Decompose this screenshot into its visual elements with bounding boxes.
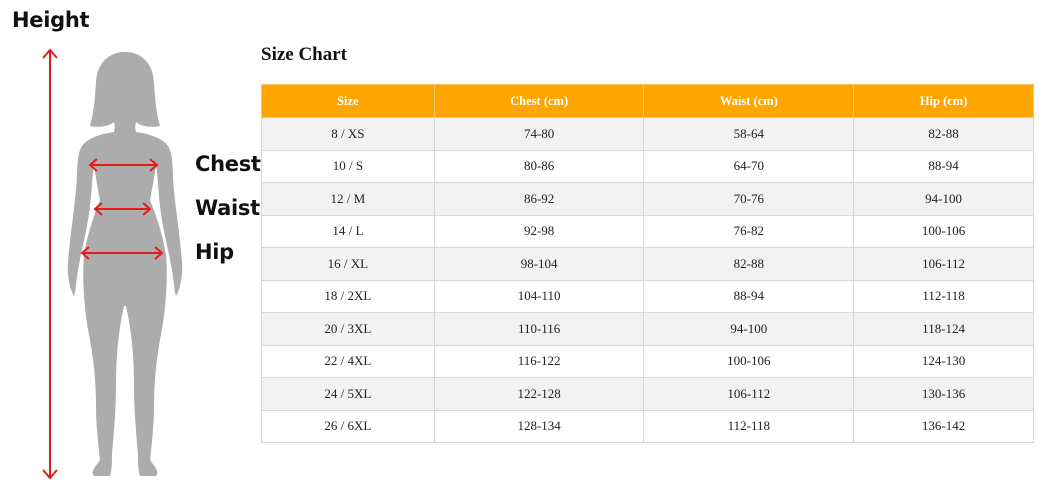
cell-hip: 130-136 [853, 377, 1034, 411]
cell-chest: 86-92 [433, 182, 645, 216]
cell-size: 22 / 4XL [261, 344, 435, 378]
table-row: 10 / S 80-86 64-70 88-94 [261, 149, 1034, 183]
cell-chest: 104-110 [433, 279, 645, 313]
cell-chest: 128-134 [433, 409, 645, 443]
cell-hip: 106-112 [853, 247, 1034, 281]
size-chart-title: Size Chart [261, 44, 348, 65]
cell-hip: 124-130 [853, 344, 1034, 378]
height-label: Height [12, 8, 90, 32]
cell-waist: 76-82 [643, 214, 855, 248]
cell-size: 8 / XS [261, 117, 435, 151]
cell-chest: 110-116 [433, 312, 645, 346]
table-row: 18 / 2XL 104-110 88-94 112-118 [261, 279, 1034, 313]
table-row: 20 / 3XL 110-116 94-100 118-124 [261, 312, 1034, 346]
cell-size: 12 / M [261, 182, 435, 216]
cell-waist: 106-112 [643, 377, 855, 411]
cell-hip: 100-106 [853, 214, 1034, 248]
cell-waist: 58-64 [643, 117, 855, 151]
table-row: 24 / 5XL 122-128 106-112 130-136 [261, 377, 1034, 411]
cell-waist: 112-118 [643, 409, 855, 443]
table-row: 12 / M 86-92 70-76 94-100 [261, 182, 1034, 216]
cell-size: 18 / 2XL [261, 279, 435, 313]
female-silhouette [67, 52, 183, 476]
cell-size: 24 / 5XL [261, 377, 435, 411]
cell-size: 10 / S [261, 149, 435, 183]
size-chart-table: Size Chest (cm) Waist (cm) Hip (cm) 8 / … [261, 84, 1034, 443]
cell-hip: 94-100 [853, 182, 1034, 216]
header-size: Size [261, 84, 435, 118]
header-waist: Waist (cm) [643, 84, 855, 118]
waist-label: Waist [195, 196, 260, 220]
chest-label: Chest [195, 152, 261, 176]
table-row: 26 / 6XL 128-134 112-118 136-142 [261, 409, 1034, 443]
cell-hip: 118-124 [853, 312, 1034, 346]
cell-waist: 94-100 [643, 312, 855, 346]
cell-chest: 92-98 [433, 214, 645, 248]
cell-waist: 88-94 [643, 279, 855, 313]
hip-label: Hip [195, 240, 234, 264]
cell-size: 14 / L [261, 214, 435, 248]
table-header-row: Size Chest (cm) Waist (cm) Hip (cm) [261, 84, 1034, 118]
header-hip: Hip (cm) [853, 84, 1034, 118]
header-chest: Chest (cm) [433, 84, 645, 118]
cell-waist: 100-106 [643, 344, 855, 378]
cell-waist: 70-76 [643, 182, 855, 216]
cell-waist: 82-88 [643, 247, 855, 281]
cell-hip: 88-94 [853, 149, 1034, 183]
cell-chest: 98-104 [433, 247, 645, 281]
height-arrow [42, 48, 58, 480]
cell-hip: 82-88 [853, 117, 1034, 151]
cell-chest: 116-122 [433, 344, 645, 378]
cell-waist: 64-70 [643, 149, 855, 183]
cell-hip: 112-118 [853, 279, 1034, 313]
cell-chest: 74-80 [433, 117, 645, 151]
cell-chest: 80-86 [433, 149, 645, 183]
cell-size: 20 / 3XL [261, 312, 435, 346]
table-row: 16 / XL 98-104 82-88 106-112 [261, 247, 1034, 281]
cell-size: 26 / 6XL [261, 409, 435, 443]
cell-size: 16 / XL [261, 247, 435, 281]
cell-hip: 136-142 [853, 409, 1034, 443]
table-row: 22 / 4XL 116-122 100-106 124-130 [261, 344, 1034, 378]
cell-chest: 122-128 [433, 377, 645, 411]
table-row: 8 / XS 74-80 58-64 82-88 [261, 117, 1034, 151]
table-row: 14 / L 92-98 76-82 100-106 [261, 214, 1034, 248]
